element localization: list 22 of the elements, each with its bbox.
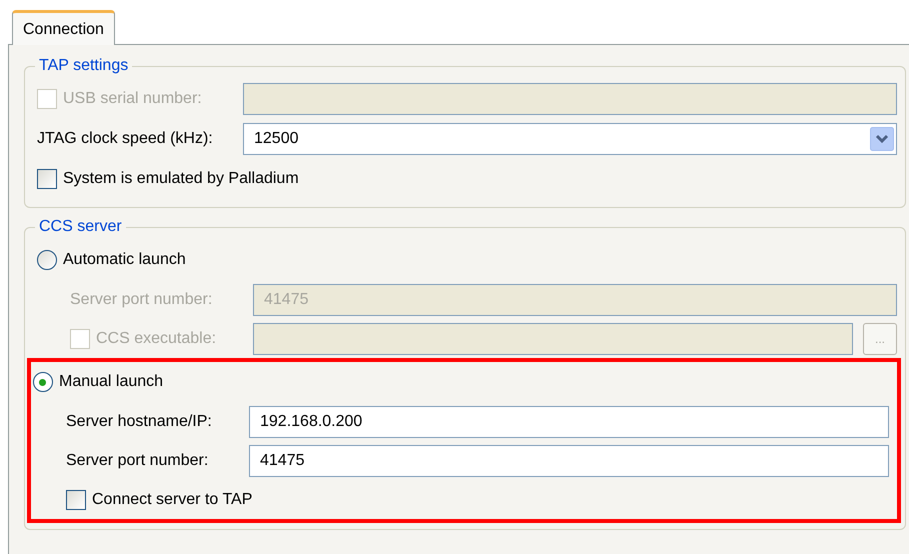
field-label: Server port number: (66, 452, 210, 470)
radio-label: Automatic launch (63, 251, 186, 269)
input-field[interactable] (253, 322, 853, 354)
field-label: JTAG clock speed (kHz): (37, 130, 214, 148)
radio-button[interactable] (37, 250, 57, 270)
radio-label: Manual launch (59, 373, 164, 391)
checkbox-label: USB serial number: (63, 90, 202, 108)
checkbox-label: CCS executable: (96, 330, 216, 348)
input-field[interactable] (243, 83, 897, 115)
checkbox[interactable] (37, 169, 57, 189)
checkbox-label: System is emulated by Palladium (63, 170, 299, 188)
tab[interactable]: Connection (12, 10, 115, 45)
input-field[interactable]: 41475 (249, 444, 889, 476)
dropdown[interactable]: 12500 (243, 123, 897, 155)
checkbox-label: Connect server to TAP (92, 490, 252, 508)
field-label: Server port number: (70, 290, 214, 308)
input-field[interactable]: 192.168.0.200 (249, 406, 889, 438)
checkbox[interactable] (66, 490, 86, 510)
group-title: CCS server (38, 218, 123, 236)
group-title: TAP settings (38, 57, 130, 75)
radio-button[interactable] (33, 372, 53, 392)
field-label: Server hostname/IP: (66, 412, 213, 430)
